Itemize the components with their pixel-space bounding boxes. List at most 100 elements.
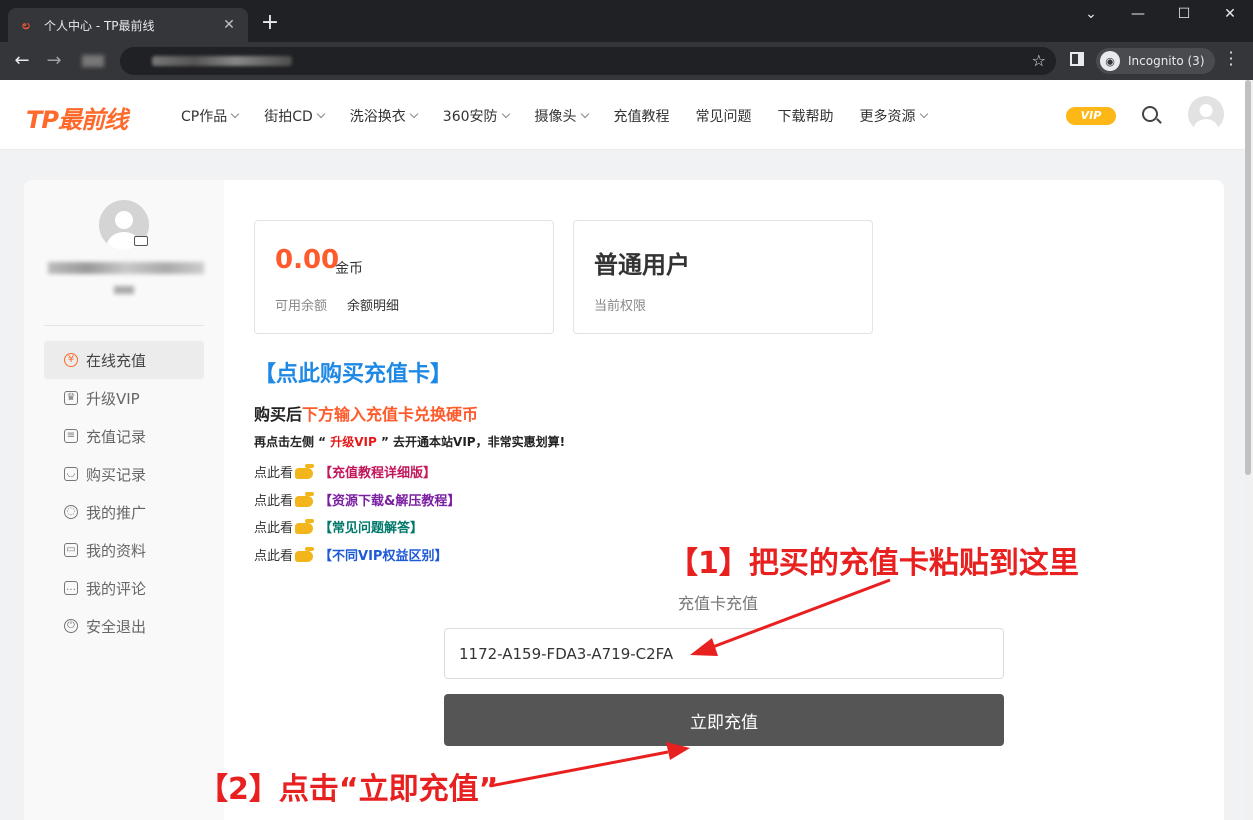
user-avatar[interactable] bbox=[1188, 96, 1224, 132]
sidebar-item[interactable]: ♛ 升级VIP bbox=[44, 379, 204, 417]
site-favicon-icon: ಲ bbox=[22, 17, 30, 32]
see-prefix: 点此看 bbox=[254, 521, 294, 536]
vip-badge[interactable]: VIP bbox=[1066, 107, 1116, 125]
window-close-button[interactable]: ✕ bbox=[1210, 6, 1250, 22]
camera-icon[interactable] bbox=[134, 236, 148, 246]
bag-icon: ◡ bbox=[64, 467, 78, 481]
wallet-icon: ≡ bbox=[64, 429, 78, 443]
main-nav: CP作品 街拍CD 洗浴换衣 360安防 摄像头 充值教程 常见问题 下载帮助 更多资源 bbox=[181, 106, 953, 126]
buy-card-link[interactable]: 【点此购买充值卡】 bbox=[254, 356, 452, 388]
chevron-down-icon bbox=[501, 109, 510, 119]
user-sidebar: ¥ 在线充值 ♛ 升级VIP ≡ 充值记录 ◡ 购买记录 ◌ 我的推广 ▭ 我的资料 … 我的评论 ⏻ 安全退… bbox=[24, 180, 224, 820]
browser-toolbar: ← → ☆ bbox=[0, 42, 1253, 80]
sidebar-item[interactable]: ◡ 购买记录 bbox=[44, 455, 204, 493]
side-panel-icon[interactable] bbox=[1070, 52, 1084, 66]
incognito-indicator[interactable]: ◉ Incognito (3) bbox=[1096, 48, 1215, 74]
tutorial-link[interactable]: 【不同VIP权益区别】 bbox=[319, 545, 447, 564]
page-scrollbar[interactable] bbox=[1245, 80, 1253, 820]
tab-title: 个人中心 - TP最前线 bbox=[44, 18, 155, 33]
sidebar-item-label: 升级VIP bbox=[86, 389, 140, 408]
recharge-now-button[interactable]: 立即充值 bbox=[444, 694, 1004, 746]
url-text bbox=[152, 56, 292, 66]
chevron-down-icon bbox=[919, 109, 928, 119]
chevron-down-icon bbox=[316, 109, 326, 119]
pointing-hand-icon bbox=[295, 519, 315, 534]
sidebar-item[interactable]: … 我的评论 bbox=[44, 569, 204, 607]
scrollbar-thumb[interactable] bbox=[1245, 80, 1251, 475]
main-content: 0.00 金币 可用余额 余额明细 普通用户 当前权限 【点此购买充值卡】 购买… bbox=[224, 180, 1224, 820]
sidebar-item[interactable]: ⏻ 安全退出 bbox=[44, 607, 204, 645]
annotation-step-1: 【1】把买的充值卡粘贴到这里 bbox=[668, 546, 1079, 581]
username-blurred bbox=[48, 262, 204, 274]
site-header: TP最前线 CP作品 街拍CD 洗浴换衣 360安防 摄像头 充值教程 常见问题 下载帮助 更多… bbox=[0, 80, 1253, 150]
tutorial-link[interactable]: 【常见问题解答】 bbox=[319, 517, 423, 536]
balance-card: 0.00 金币 可用余额 余额明细 bbox=[254, 220, 554, 334]
see-prefix: 点此看 bbox=[254, 466, 294, 481]
nav-item[interactable]: 更多资源 bbox=[860, 106, 928, 126]
bookmark-star-icon[interactable]: ☆ bbox=[1032, 51, 1046, 70]
chevron-down-icon bbox=[409, 109, 419, 119]
tutorial-link[interactable]: 【充值教程详细版】 bbox=[319, 462, 436, 481]
see-prefix: 点此看 bbox=[254, 549, 294, 564]
nav-item[interactable]: 洗浴换衣 bbox=[350, 106, 419, 126]
sidebar-item[interactable]: ▭ 我的资料 bbox=[44, 531, 204, 569]
yen-icon: ¥ bbox=[64, 353, 78, 367]
browser-tab[interactable]: ಲ 个人中心 - TP最前线 ✕ bbox=[8, 8, 248, 42]
annotation-step-2: 【2】点击“立即充值” bbox=[198, 772, 499, 807]
incognito-label: Incognito (3) bbox=[1128, 54, 1205, 68]
browser-menu-icon[interactable]: · · · bbox=[1226, 45, 1236, 73]
share-icon: ◌ bbox=[64, 505, 78, 519]
sidebar-item[interactable]: ◌ 我的推广 bbox=[44, 493, 204, 531]
window-minimize-button[interactable]: — bbox=[1118, 6, 1158, 22]
permission-card: 普通用户 当前权限 bbox=[573, 220, 873, 334]
address-bar[interactable]: ☆ bbox=[82, 47, 1056, 75]
balance-label: 可用余额 bbox=[275, 299, 328, 314]
sidebar-menu: ¥ 在线充值 ♛ 升级VIP ≡ 充值记录 ◡ 购买记录 ◌ 我的推广 ▭ 我的资料 … 我的评论 ⏻ 安全退… bbox=[44, 341, 204, 645]
nav-item[interactable]: 360安防 bbox=[443, 106, 510, 126]
sidebar-item-label: 我的推广 bbox=[86, 503, 147, 522]
window-maximize-button[interactable]: ☐ bbox=[1164, 6, 1204, 22]
pointing-hand-icon bbox=[295, 492, 315, 507]
nav-item[interactable]: CP作品 bbox=[181, 106, 240, 126]
nav-item[interactable]: 充值教程 bbox=[614, 106, 670, 126]
sidebar-item-label: 我的资料 bbox=[86, 541, 147, 560]
balance-value: 0.00 bbox=[275, 245, 340, 275]
see-link-row: 点此看 【充值教程详细版】 bbox=[254, 462, 436, 481]
sidebar-item-label: 我的评论 bbox=[86, 579, 147, 598]
back-arrow-icon[interactable]: ← bbox=[10, 50, 34, 72]
crown-icon: ♛ bbox=[64, 391, 78, 405]
incognito-icon: ◉ bbox=[1100, 51, 1120, 71]
permission-title: 普通用户 bbox=[594, 251, 690, 279]
reload-icon[interactable] bbox=[82, 55, 104, 67]
permission-label: 当前权限 bbox=[594, 299, 647, 314]
balance-detail-link[interactable]: 余额明细 bbox=[347, 295, 399, 314]
nav-item[interactable]: 下载帮助 bbox=[778, 106, 834, 126]
comment-icon: … bbox=[64, 581, 78, 595]
tutorial-link[interactable]: 【资源下载&解压教程】 bbox=[319, 490, 460, 509]
see-link-row: 点此看 【常见问题解答】 bbox=[254, 517, 423, 536]
tab-close-icon[interactable]: ✕ bbox=[220, 17, 238, 33]
site-logo[interactable]: TP最前线 bbox=[26, 100, 128, 135]
sidebar-item-label: 购买记录 bbox=[86, 465, 147, 484]
search-icon[interactable] bbox=[1142, 106, 1158, 122]
notice-line-1: 购买后下方输入充值卡兑换硬币 bbox=[254, 405, 479, 424]
sidebar-divider bbox=[44, 325, 204, 326]
nav-item[interactable]: 摄像头 bbox=[535, 106, 589, 126]
recharge-label: 充值卡充值 bbox=[678, 594, 759, 613]
see-prefix: 点此看 bbox=[254, 494, 294, 509]
pointing-hand-icon bbox=[295, 464, 315, 479]
card-code-input[interactable] bbox=[444, 628, 1004, 679]
sidebar-item[interactable]: ≡ 充值记录 bbox=[44, 417, 204, 455]
nav-item[interactable]: 街拍CD bbox=[264, 106, 326, 126]
nav-item[interactable]: 常见问题 bbox=[696, 106, 752, 126]
sidebar-item[interactable]: ¥ 在线充值 bbox=[44, 341, 204, 379]
pointing-hand-icon bbox=[295, 547, 315, 562]
new-tab-button[interactable]: + bbox=[258, 12, 282, 34]
notice-line-2: 再点击左侧 “ 升级VIP ” 去开通本站VIP，非常实惠划算! bbox=[254, 435, 566, 449]
see-link-row: 点此看 【不同VIP权益区别】 bbox=[254, 545, 447, 564]
tab-search-icon[interactable]: ⌄ bbox=[1071, 6, 1111, 22]
sidebar-item-label: 在线充值 bbox=[86, 351, 147, 370]
sidebar-item-label: 充值记录 bbox=[86, 427, 147, 446]
forward-arrow-icon[interactable]: → bbox=[42, 50, 66, 72]
power-icon: ⏻ bbox=[64, 619, 78, 633]
